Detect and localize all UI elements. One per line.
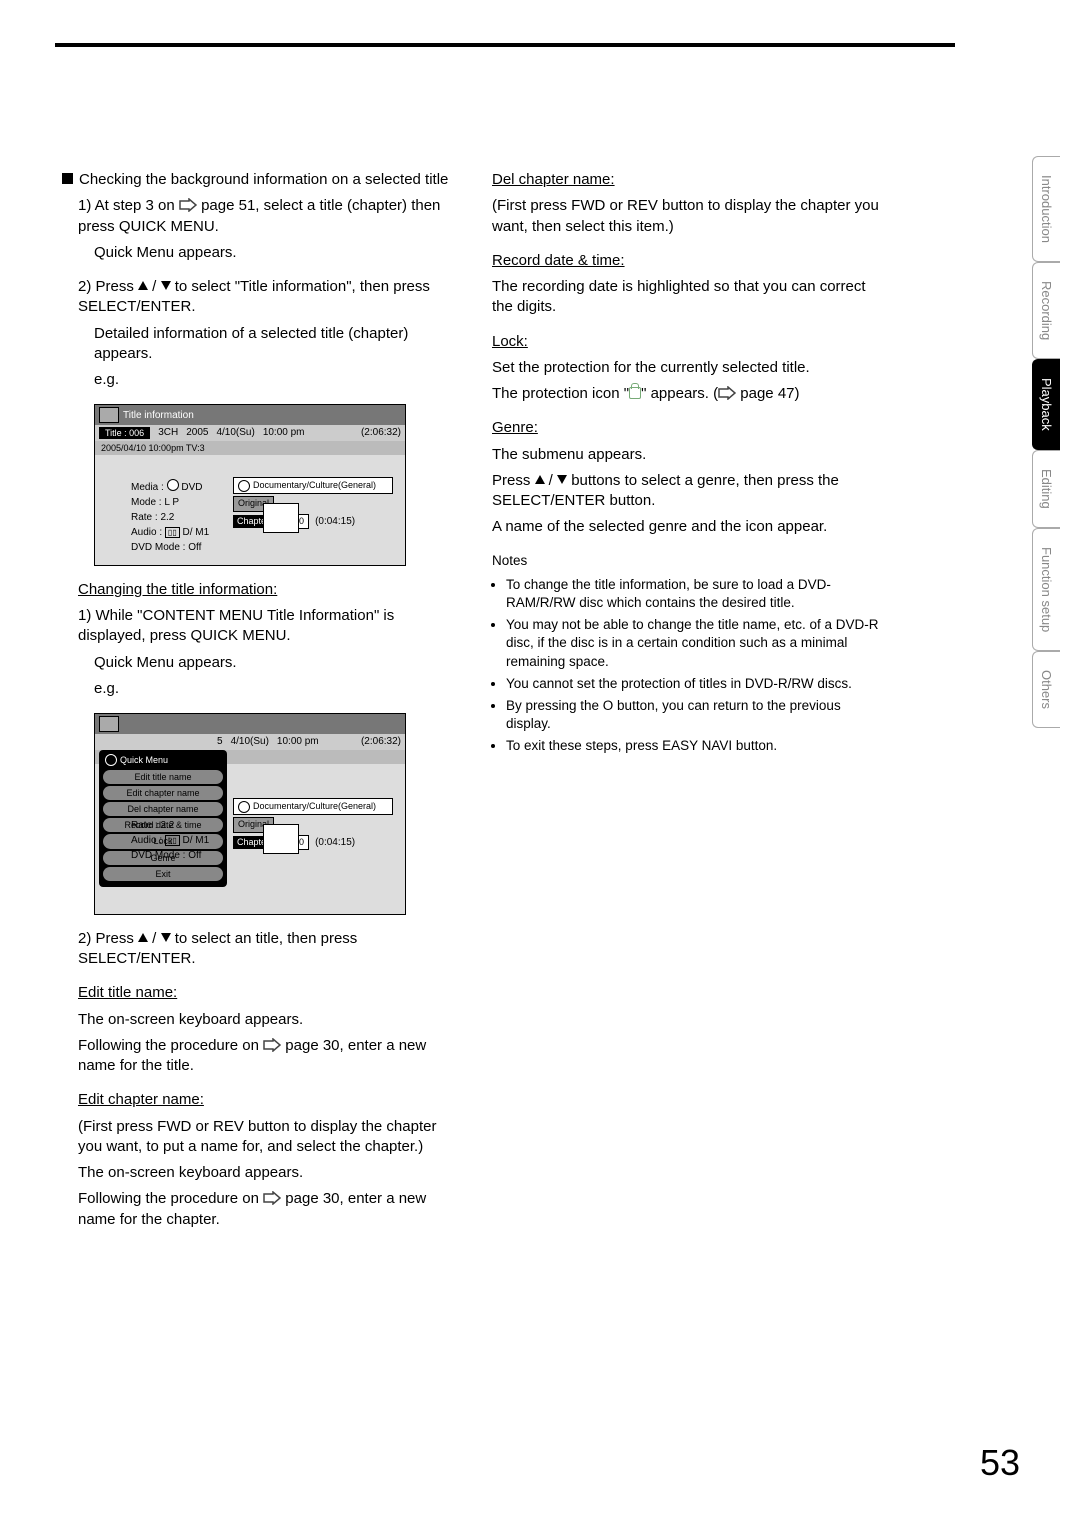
note-item: To exit these steps, press EASY NAVI but…	[506, 737, 882, 755]
down-triangle-icon	[161, 281, 171, 290]
eg-label-2: e.g.	[78, 679, 452, 699]
edit-icon	[99, 716, 119, 732]
left-column: Checking the background information on a…	[62, 170, 452, 1244]
edit-chapter-heading: Edit chapter name:	[78, 1090, 452, 1110]
category-box: Documentary/Culture(General)	[233, 477, 393, 495]
edit-chapter-section: Edit chapter name: (First press FWD or R…	[62, 1090, 452, 1230]
section-heading: Checking the background information on a…	[62, 170, 452, 190]
qmenu-item: Exit	[103, 867, 223, 881]
shot-info-row: Title : 006 3CH 2005 4/10(Su) 10:00 pm (…	[95, 425, 405, 441]
down-triangle-icon	[557, 475, 567, 484]
title-info-screenshot: Title information Title : 006 3CH 2005 4…	[94, 404, 406, 566]
note-item: You may not be able to change the title …	[506, 616, 882, 671]
step-1-result: Quick Menu appears.	[78, 243, 452, 263]
edit-title-heading: Edit title name:	[78, 983, 452, 1003]
tab-recording[interactable]: Recording	[1032, 262, 1060, 359]
chapter-row: Chapter : 000 (0:04:15)	[233, 514, 393, 530]
lock-section: Lock: Set the protection for the current…	[492, 332, 882, 405]
step-2-result: Detailed information of a selected title…	[78, 324, 452, 365]
shot2-spec: Rate : 2.2 Audio : ▯▯ D/ M1 DVD Mode : O…	[101, 768, 399, 867]
up-triangle-icon	[138, 281, 148, 290]
page-arrow-icon	[179, 198, 197, 212]
shot-subrow: 2005/04/10 10:00pm TV:3	[95, 441, 405, 455]
top-rule	[55, 43, 955, 47]
tab-introduction[interactable]: Introduction	[1032, 156, 1060, 262]
quick-menu-screenshot: 5 4/10(Su) 10:00 pm (2:06:32) Quick Menu…	[94, 713, 406, 915]
notes-section: Notes To change the title information, b…	[492, 552, 882, 756]
step-2: 2) Press / to select "Title information"…	[62, 277, 452, 390]
note-item: By pressing the O button, you can return…	[506, 697, 882, 733]
magnifier-icon	[105, 754, 117, 766]
shot-header: Title information	[95, 405, 405, 425]
shot-spec: Media : DVD Mode : L P Rate : 2.2 Audio …	[101, 459, 399, 559]
tab-editing[interactable]: Editing	[1032, 450, 1060, 528]
del-chapter-section: Del chapter name: (First press FWD or RE…	[492, 170, 882, 237]
notes-heading: Notes	[492, 552, 882, 570]
disc-icon	[167, 479, 179, 491]
thumbnail-icon	[263, 503, 299, 533]
page-arrow-icon	[263, 1038, 281, 1052]
tab-others[interactable]: Others	[1032, 651, 1060, 728]
note-item: To change the title information, be sure…	[506, 576, 882, 612]
lock-heading: Lock:	[492, 332, 882, 352]
record-date-section: Record date & time: The recording date i…	[492, 251, 882, 318]
title-chip: Title : 006	[99, 427, 150, 439]
category-box: Documentary/Culture(General)	[233, 798, 393, 816]
up-triangle-icon	[535, 475, 545, 484]
edit-icon	[99, 407, 119, 423]
page-number: 53	[980, 1442, 1020, 1484]
page-arrow-icon	[263, 1191, 281, 1205]
record-date-heading: Record date & time:	[492, 251, 882, 271]
down-triangle-icon	[161, 933, 171, 942]
step-2-text: 2) Press / to select "Title information"…	[78, 277, 452, 318]
category-icon	[238, 480, 250, 492]
edit-title-section: Edit title name: The on-screen keyboard …	[62, 983, 452, 1076]
step-1-text: 1) At step 3 on page 51, select a title …	[78, 196, 452, 237]
shot2-info-row: 5 4/10(Su) 10:00 pm (2:06:32)	[95, 734, 405, 750]
tab-function-setup[interactable]: Function setup	[1032, 528, 1060, 651]
dolby-icon: ▯▯	[165, 527, 180, 538]
change-step-2: 2) Press / to select an title, then pres…	[62, 929, 452, 970]
genre-heading: Genre:	[492, 418, 882, 438]
genre-section: Genre: The submenu appears. Press / butt…	[492, 418, 882, 537]
heading-text: Checking the background information on a…	[79, 171, 448, 188]
changing-heading: Changing the title information:	[62, 580, 452, 600]
change-step-1: 1) While "CONTENT MENU Title Information…	[62, 606, 452, 699]
page-arrow-icon	[718, 386, 736, 400]
lock-icon	[629, 387, 641, 399]
square-bullet-icon	[62, 173, 73, 184]
tab-playback[interactable]: Playback	[1032, 359, 1060, 450]
notes-list: To change the title information, be sure…	[492, 576, 882, 756]
category-icon	[238, 801, 250, 813]
del-chapter-heading: Del chapter name:	[492, 170, 882, 190]
dolby-icon: ▯▯	[165, 835, 180, 846]
right-column: Del chapter name: (First press FWD or RE…	[492, 170, 882, 1244]
shot2-header	[95, 714, 405, 734]
page-content: Checking the background information on a…	[62, 170, 882, 1244]
eg-label: e.g.	[78, 370, 452, 390]
up-triangle-icon	[138, 933, 148, 942]
side-tabs: Introduction Recording Playback Editing …	[1032, 156, 1070, 728]
shot-header-text: Title information	[123, 409, 194, 423]
thumbnail-icon	[263, 824, 299, 854]
note-item: You cannot set the protection of titles …	[506, 675, 882, 693]
step-1: 1) At step 3 on page 51, select a title …	[62, 196, 452, 263]
